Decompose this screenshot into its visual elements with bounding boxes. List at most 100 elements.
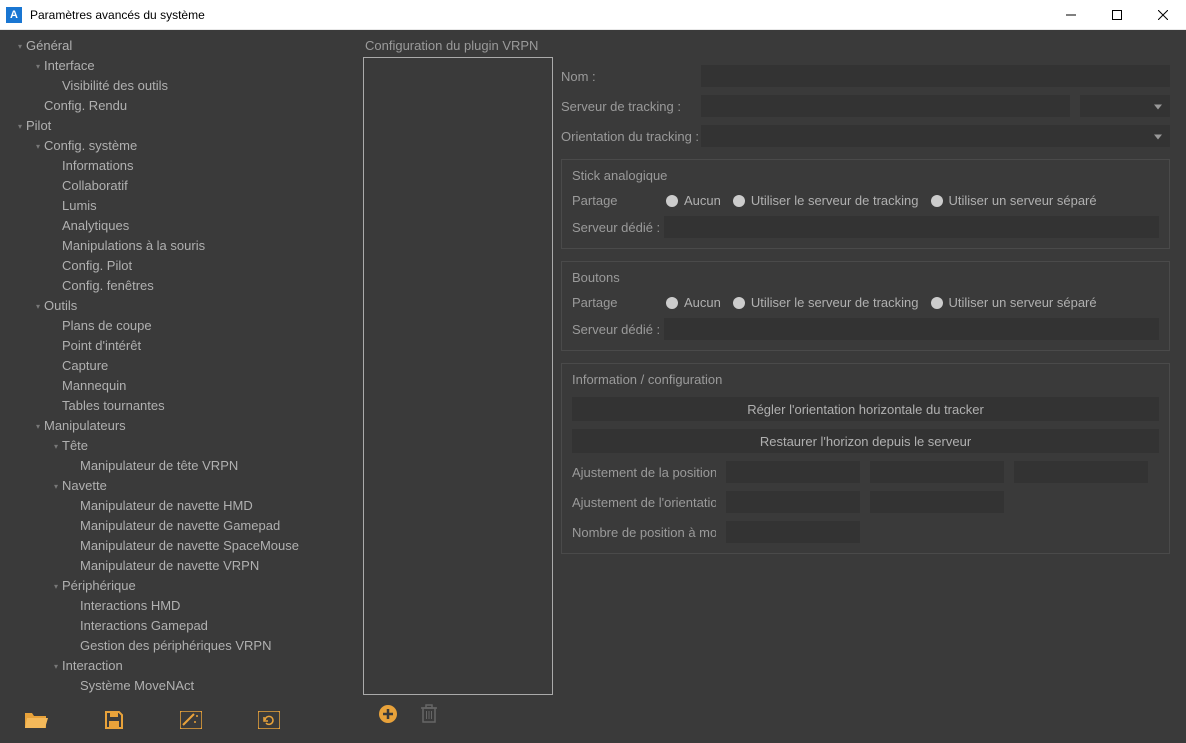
tree-item[interactable]: Manipulateur de tête VRPN [2,456,359,476]
tree-item[interactable]: Lumis [2,196,359,216]
chevron-down-icon[interactable]: ▾ [50,482,62,491]
minimize-button[interactable] [1048,0,1094,29]
tree-item[interactable]: ▾Manipulateurs [2,416,359,436]
analog-opt-separate[interactable]: Utiliser un serveur séparé [931,193,1097,208]
info-title: Information / configuration [572,372,1159,387]
tree-item-label: Manipulateur de navette SpaceMouse [80,537,299,555]
tracking-server-input[interactable] [701,95,1070,117]
window-title: Paramètres avancés du système [30,8,1048,22]
tree-item[interactable]: Capture [2,356,359,376]
open-icon[interactable] [24,710,48,730]
tree-item-label: Interactions Gamepad [80,617,208,635]
close-button[interactable] [1140,0,1186,29]
buttons-opt-tracking[interactable]: Utiliser le serveur de tracking [733,295,919,310]
panel-title: Configuration du plugin VRPN [363,38,1170,53]
tree-item[interactable]: ▾Interface [2,56,359,76]
tree-item[interactable]: ▾Tête [2,436,359,456]
pos-adjust-label: Ajustement de la position [572,465,716,480]
analog-opt-tracking[interactable]: Utiliser le serveur de tracking [733,193,919,208]
analog-dedicated-input[interactable] [664,216,1159,238]
tracking-orient-select[interactable] [701,125,1170,147]
chevron-down-icon[interactable]: ▾ [14,122,26,131]
chevron-down-icon[interactable]: ▾ [14,42,26,51]
analog-group: Stick analogique Partage Aucun Utiliser … [561,159,1170,249]
main-panel: Configuration du plugin VRPN [359,30,1186,743]
buttons-title: Boutons [572,270,1159,285]
tree-item[interactable]: Manipulations à la souris [2,236,359,256]
tree-item[interactable]: Tables tournantes [2,396,359,416]
tree-item[interactable]: ▾Pilot [2,116,359,136]
chevron-down-icon[interactable]: ▾ [32,62,44,71]
tree-item-label: Collaboratif [62,177,128,195]
tree-item-label: Manipulateur de navette VRPN [80,557,259,575]
analog-opt-none[interactable]: Aucun [666,193,721,208]
buttons-opt-separate[interactable]: Utiliser un serveur séparé [931,295,1097,310]
tree-item-label: Navette [62,477,107,495]
tree-item[interactable]: Point d'intérêt [2,336,359,356]
tracking-server-select[interactable] [1080,95,1170,117]
tree-item[interactable]: Config. Rendu [2,96,359,116]
set-horizontal-button[interactable]: Régler l'orientation horizontale du trac… [572,397,1159,421]
tree-item[interactable]: Manipulateur de navette HMD [2,496,359,516]
chevron-down-icon[interactable]: ▾ [50,582,62,591]
maximize-button[interactable] [1094,0,1140,29]
tree-item-label: Tables tournantes [62,397,165,415]
tree-item[interactable]: Config. fenêtres [2,276,359,296]
tree-item[interactable]: ▾Périphérique [2,576,359,596]
tree-item[interactable]: Config. Pilot [2,256,359,276]
save-icon[interactable] [104,710,124,730]
vrpn-listbox[interactable] [363,57,553,695]
tree-item[interactable]: Manipulateur de navette SpaceMouse [2,536,359,556]
reset-icon[interactable] [258,711,280,729]
tree-item[interactable]: Plans de coupe [2,316,359,336]
add-icon[interactable] [377,703,399,728]
tree-item-label: Visibilité des outils [62,77,168,95]
orient-adjust-y[interactable] [870,491,1004,513]
chevron-down-icon[interactable]: ▾ [50,662,62,671]
tree-item[interactable]: Interactions Gamepad [2,616,359,636]
pos-count-label: Nombre de position à mo [572,525,716,540]
tree-item[interactable]: Interactions HMD [2,596,359,616]
pos-count-input[interactable] [726,521,860,543]
tree-item[interactable]: Mannequin [2,376,359,396]
tree-item[interactable]: Gestion des périphériques VRPN [2,636,359,656]
chevron-down-icon[interactable]: ▾ [32,422,44,431]
chevron-down-icon[interactable]: ▾ [32,302,44,311]
tracking-orient-label: Orientation du tracking : [561,129,691,144]
tree-item[interactable]: Manipulateur de navette Gamepad [2,516,359,536]
chevron-down-icon[interactable]: ▾ [32,142,44,151]
tree-item[interactable]: Visibilité des outils [2,76,359,96]
tree-item[interactable]: ▾Général [2,36,359,56]
wand-icon[interactable] [180,711,202,729]
tree-item[interactable]: Collaboratif [2,176,359,196]
tree-item[interactable]: ▾Config. système [2,136,359,156]
tree-item-label: Interaction [62,657,123,675]
tree-item-label: Manipulations à la souris [62,237,205,255]
settings-tree[interactable]: ▾Général▾InterfaceVisibilité des outilsC… [0,30,359,697]
tree-item[interactable]: Analytiques [2,216,359,236]
tree-item-label: Interactions HMD [80,597,180,615]
name-input[interactable] [701,65,1170,87]
pos-adjust-y[interactable] [870,461,1004,483]
tree-item[interactable]: Manipulateur de navette VRPN [2,556,359,576]
delete-icon[interactable] [421,704,437,727]
orient-adjust-x[interactable] [726,491,860,513]
tree-item-label: Plans de coupe [62,317,152,335]
restore-horizon-button[interactable]: Restaurer l'horizon depuis le serveur [572,429,1159,453]
tree-item[interactable]: Système MoveNAct [2,676,359,696]
tree-item-label: Lumis [62,197,97,215]
buttons-opt-none[interactable]: Aucun [666,295,721,310]
chevron-down-icon[interactable]: ▾ [50,442,62,451]
config-form: Nom : Serveur de tracking : Orientation … [561,57,1170,735]
tree-item-label: Capture [62,357,108,375]
tree-item[interactable]: ▾Navette [2,476,359,496]
pos-adjust-x[interactable] [726,461,860,483]
tree-item[interactable]: Informations [2,156,359,176]
buttons-dedicated-input[interactable] [664,318,1159,340]
pos-adjust-z[interactable] [1014,461,1148,483]
name-label: Nom : [561,69,691,84]
tree-item[interactable]: ▾Outils [2,296,359,316]
analog-dedicated-label: Serveur dédié : [572,220,654,235]
tree-item-label: Point d'intérêt [62,337,141,355]
tree-item[interactable]: ▾Interaction [2,656,359,676]
